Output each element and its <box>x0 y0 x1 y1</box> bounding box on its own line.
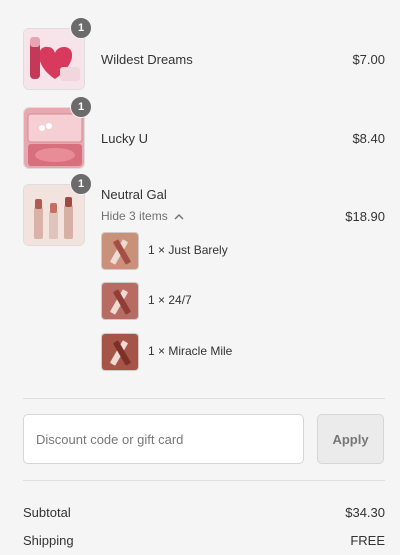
bundle-item-image <box>101 282 139 320</box>
lipstick-icon <box>102 334 138 370</box>
divider <box>23 480 385 481</box>
line-item-lucky-u: 1 Lucky U $8.40 <box>23 96 385 171</box>
bundle-item: 1 × 24/7 <box>101 282 361 320</box>
lipstick-icon <box>102 233 138 269</box>
bundle-item-label: 1 × 24/7 <box>148 293 192 307</box>
quantity-badge: 1 <box>70 17 92 39</box>
hide-items-toggle[interactable]: Hide 3 items <box>101 209 184 223</box>
discount-code-input[interactable] <box>23 414 304 464</box>
line-item-wildest-dreams: 1 Wildest Dreams $7.00 <box>23 17 385 92</box>
line-item-neutral-gal: 1 Neutral Gal Hide 3 items $18.90 1 × Ju… <box>23 173 385 374</box>
apply-discount-button[interactable]: Apply <box>317 414 384 464</box>
product-price: $8.40 <box>352 131 385 146</box>
bundle-item-image <box>101 333 139 371</box>
product-name: Wildest Dreams <box>101 52 193 67</box>
quantity-badge: 1 <box>70 96 92 118</box>
product-price: $18.90 <box>345 209 385 224</box>
subtotal-label: Subtotal <box>23 505 71 520</box>
bundle-item-label: 1 × Just Barely <box>148 243 228 257</box>
divider <box>23 398 385 399</box>
product-price: $7.00 <box>352 52 385 67</box>
shipping-value: FREE <box>350 533 385 548</box>
lipstick-icon <box>102 283 138 319</box>
chevron-up-icon <box>174 213 184 220</box>
product-name: Neutral Gal <box>101 187 167 202</box>
bundle-item: 1 × Just Barely <box>101 232 361 270</box>
product-name: Lucky U <box>101 131 148 146</box>
bundle-item-label: 1 × Miracle Mile <box>148 344 233 358</box>
shipping-label: Shipping <box>23 533 74 548</box>
subtotal-value: $34.30 <box>345 505 385 520</box>
quantity-badge: 1 <box>70 173 92 195</box>
hide-items-label: Hide 3 items <box>101 209 168 223</box>
bundle-item-image <box>101 232 139 270</box>
bundle-item: 1 × Miracle Mile <box>101 333 361 371</box>
